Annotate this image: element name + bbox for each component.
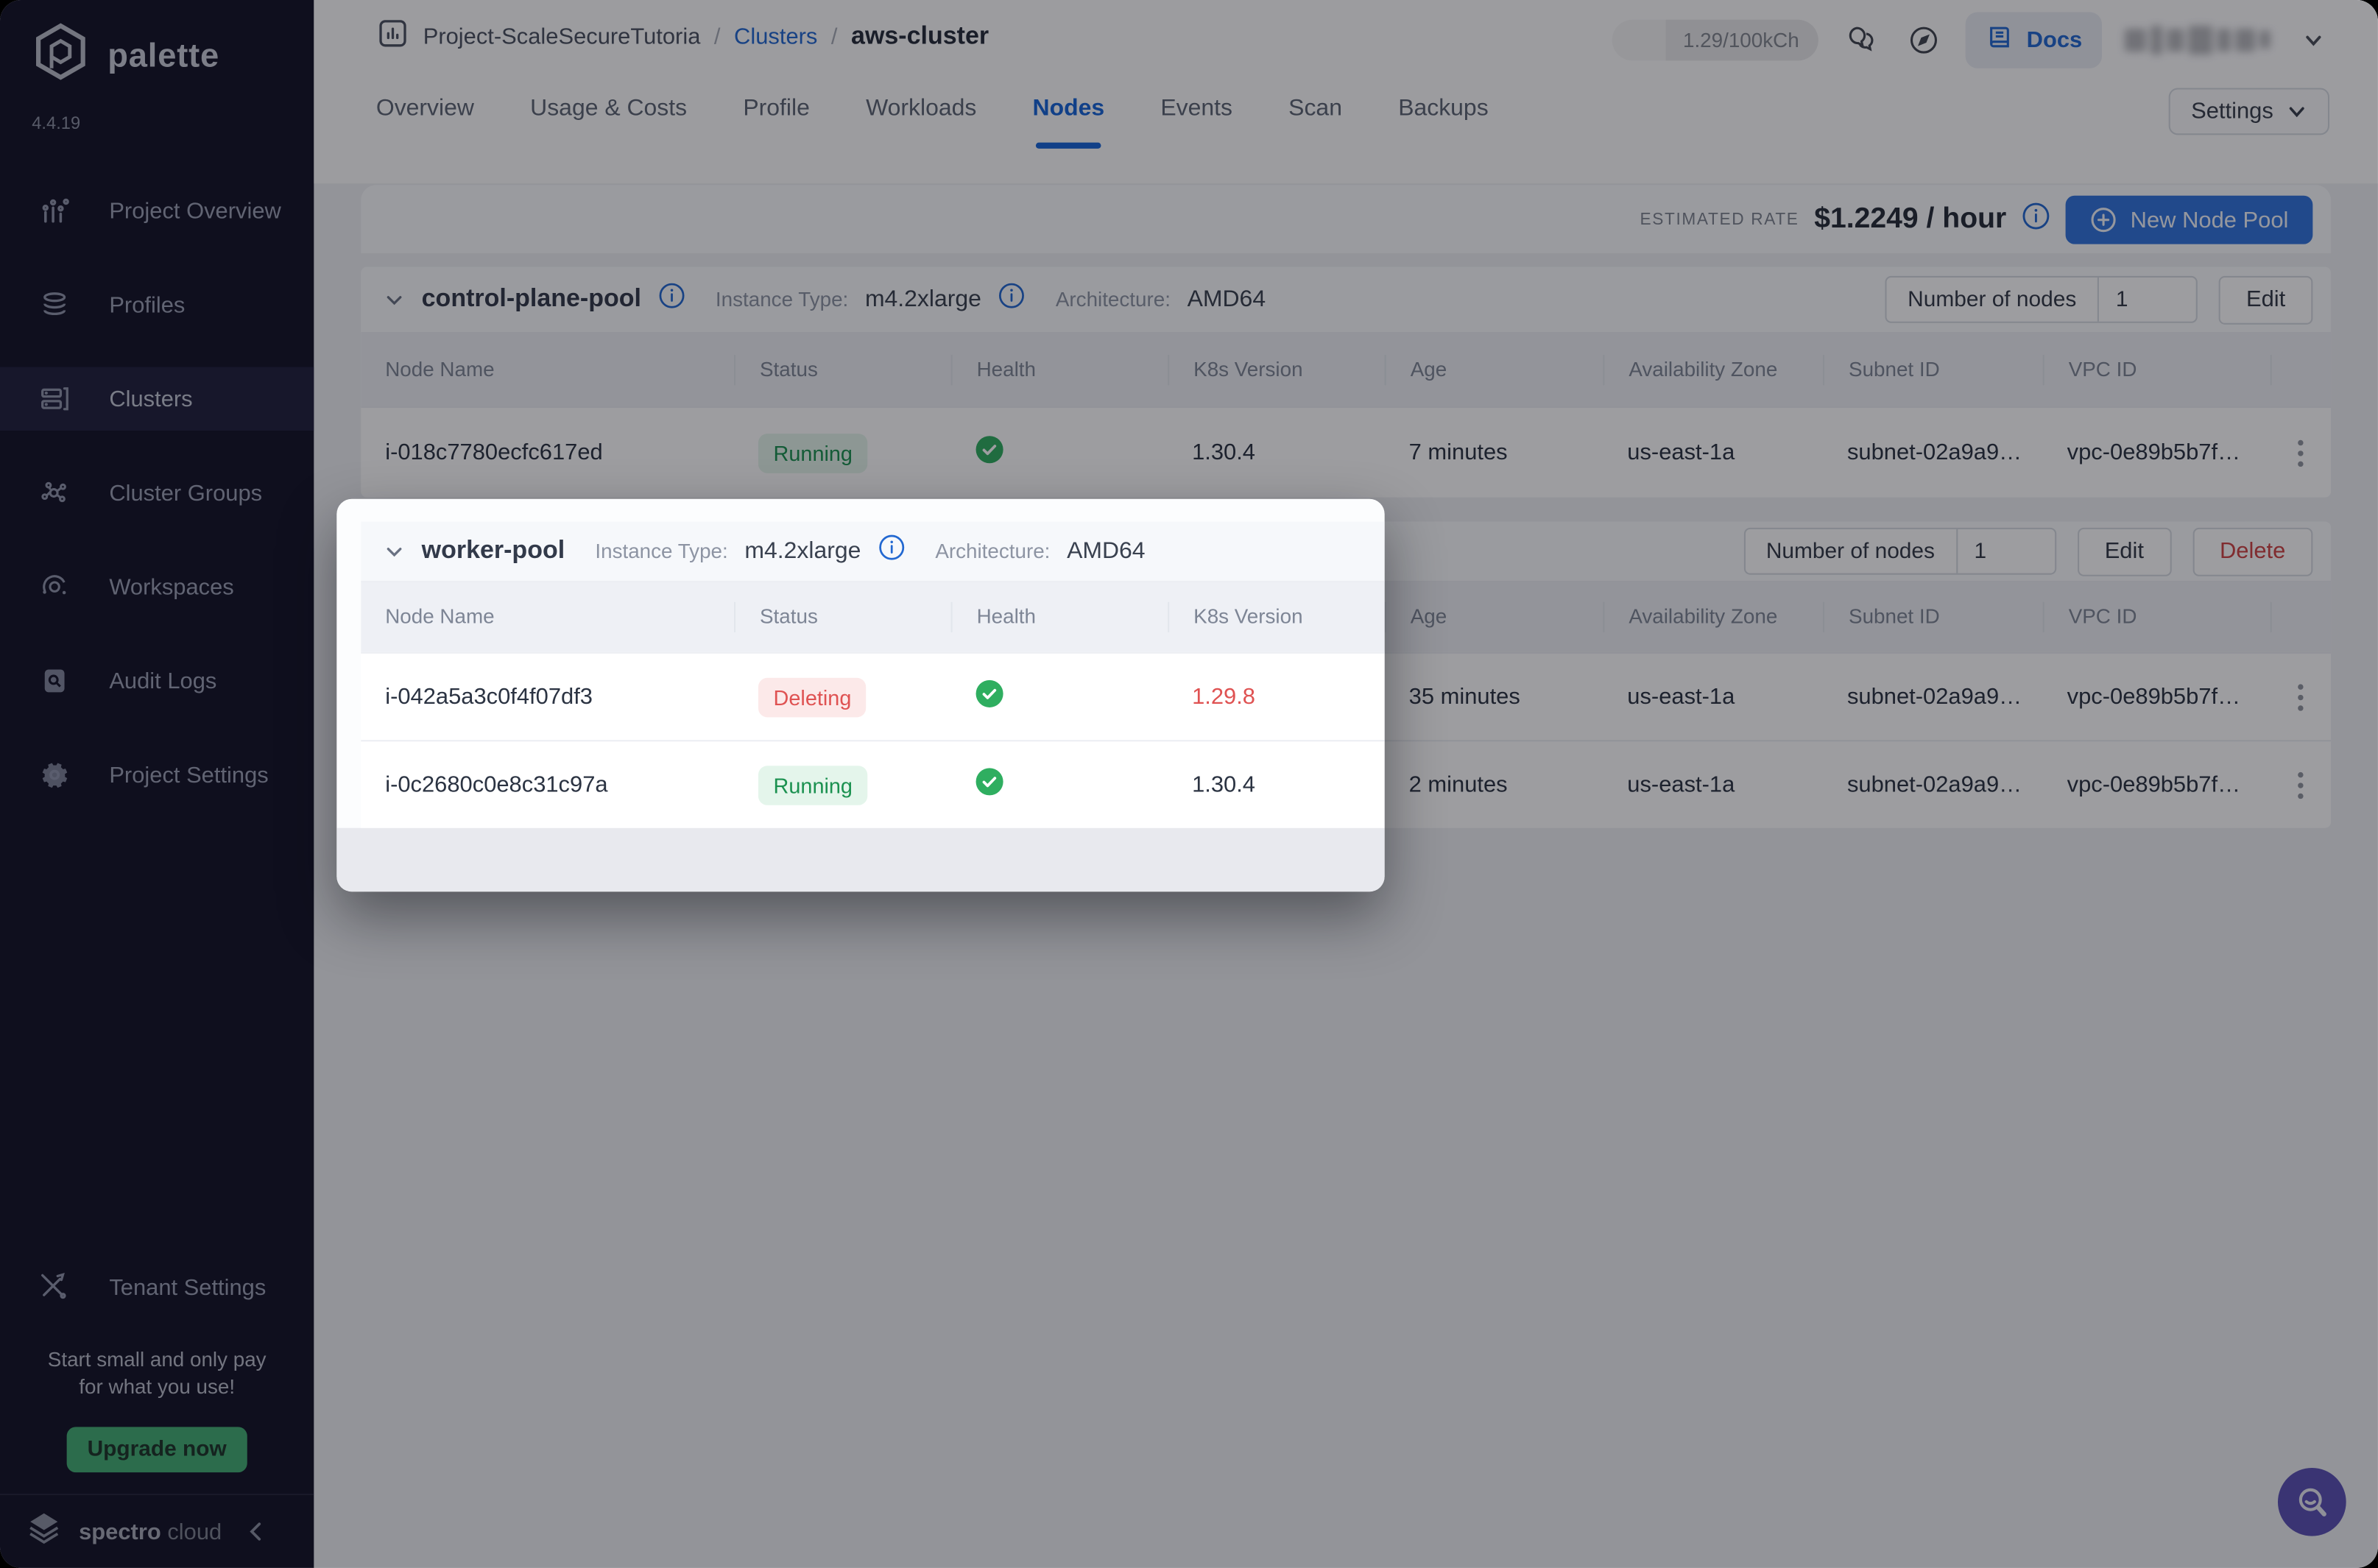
column-health: Health [951, 602, 1168, 632]
health-check-icon [975, 767, 1004, 796]
app-stage: palette 4.4.19 Project Overview [0, 0, 2378, 1568]
k8s-version: 1.29.8 [1168, 684, 1385, 710]
column-status: Status [734, 602, 951, 632]
info-icon[interactable] [878, 534, 905, 568]
app-window: palette 4.4.19 Project Overview [0, 0, 2378, 1568]
worker-pool-spotlight: worker-pool Instance Type: m4.2xlarge Ar… [336, 499, 1384, 892]
architecture-label: Architecture: [935, 540, 1050, 562]
node-name: i-0c2680c0e8c31c97a [361, 771, 734, 797]
status-badge: Deleting [758, 677, 867, 717]
column-node-name: Node Name [361, 602, 734, 632]
collapse-chevron-icon[interactable] [384, 540, 405, 562]
k8s-version: 1.30.4 [1168, 771, 1385, 797]
status-badge: Running [758, 765, 868, 805]
table-row: i-0c2680c0e8c31c97a Running 1.30.4 [361, 740, 1384, 827]
node-name: i-042a5a3c0f4f07df3 [361, 684, 734, 710]
spotlight-content: worker-pool Instance Type: m4.2xlarge Ar… [361, 522, 1384, 828]
column-k8s-version: K8s Version [1168, 602, 1385, 632]
spotlight-bottom-strip [336, 828, 1384, 892]
health-check-icon [975, 679, 1004, 708]
table-row: i-042a5a3c0f4f07df3 Deleting 1.29.8 [361, 652, 1384, 740]
architecture-value: AMD64 [1067, 537, 1145, 565]
pool-header: worker-pool Instance Type: m4.2xlarge Ar… [361, 522, 1384, 582]
instance-type-label: Instance Type: [595, 540, 727, 562]
table-header: Node Name Status Health K8s Version [361, 582, 1384, 652]
pool-name: worker-pool [422, 537, 565, 565]
instance-type-value: m4.2xlarge [744, 537, 861, 565]
